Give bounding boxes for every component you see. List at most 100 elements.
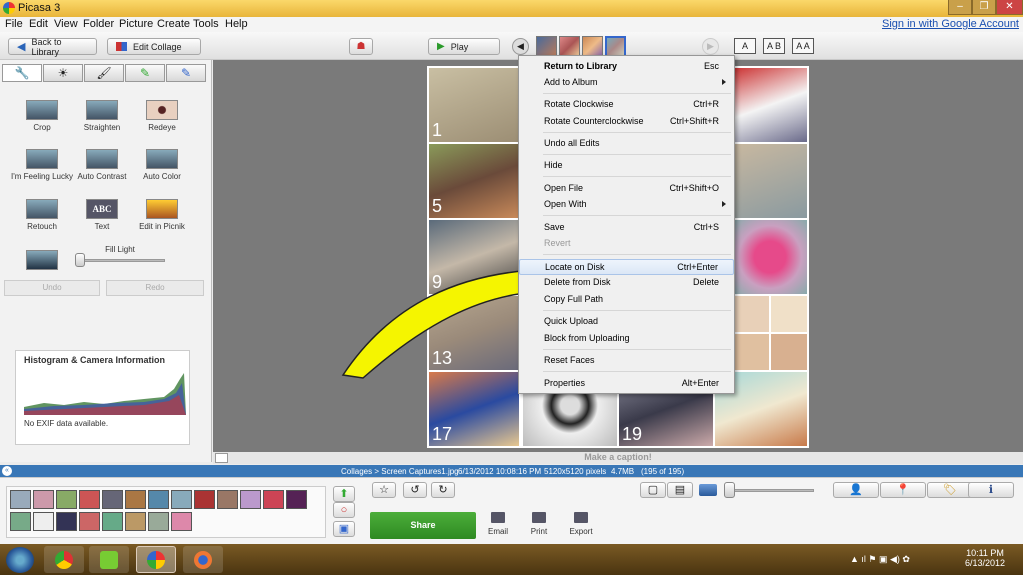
tray-thumb[interactable] bbox=[102, 490, 123, 509]
filmstrip-thumb[interactable] bbox=[582, 36, 603, 57]
taskbar-picasa[interactable] bbox=[136, 546, 176, 573]
zoom-slider-thumb[interactable] bbox=[724, 482, 735, 498]
tray-thumb[interactable] bbox=[194, 490, 215, 509]
menu-revert[interactable]: Revert bbox=[519, 236, 734, 252]
straighten-tool[interactable]: Straighten bbox=[70, 100, 134, 132]
menu-open-file[interactable]: Open File Ctrl+Shift+O bbox=[519, 181, 734, 197]
menu-folder[interactable]: Folder bbox=[83, 18, 114, 30]
caption-bar[interactable]: Make a caption! bbox=[213, 452, 1023, 464]
tray-thumb[interactable] bbox=[171, 512, 192, 531]
tray-thumb[interactable] bbox=[102, 512, 123, 531]
tags-button[interactable]: 🏷 bbox=[927, 482, 973, 498]
menu-copy-full-path[interactable]: Copy Full Path bbox=[519, 292, 734, 308]
menu-create[interactable]: Create bbox=[157, 18, 190, 30]
menu-save[interactable]: Save Ctrl+S bbox=[519, 220, 734, 236]
tab-even-more-effects[interactable]: ✎ bbox=[166, 64, 206, 82]
menu-delete-from-disk[interactable]: Delete from Disk Delete bbox=[519, 275, 734, 291]
menu-add-to-album[interactable]: Add to Album bbox=[519, 75, 734, 91]
taskbar-firefox[interactable] bbox=[183, 546, 223, 573]
tab-tuning[interactable]: ☀ bbox=[43, 64, 83, 82]
retouch-tool[interactable]: Retouch bbox=[10, 199, 74, 231]
text-tool[interactable]: ABC Text bbox=[70, 199, 134, 231]
filmstrip-thumb[interactable] bbox=[559, 36, 580, 57]
taskbar-chrome[interactable] bbox=[44, 546, 84, 573]
places-button[interactable]: 📍 bbox=[880, 482, 926, 498]
clear-button[interactable]: ○ bbox=[333, 502, 355, 518]
info-button[interactable]: ℹ bbox=[968, 482, 1014, 498]
menu-view[interactable]: View bbox=[54, 18, 78, 30]
rotate-left-button[interactable]: ↺ bbox=[403, 482, 427, 498]
hold-button[interactable]: ⬆ bbox=[333, 486, 355, 502]
rotate-right-button[interactable]: ↻ bbox=[431, 482, 455, 498]
sign-in-link[interactable]: Sign in with Google Account bbox=[882, 18, 1019, 30]
menu-picture[interactable]: Picture bbox=[119, 18, 153, 30]
filmstrip-thumb-selected[interactable] bbox=[605, 36, 626, 57]
tab-basic-fixes[interactable]: 🔧 bbox=[2, 64, 42, 82]
tray-thumb[interactable] bbox=[33, 512, 54, 531]
menu-rotate-counterclockwise[interactable]: Rotate Counterclockwise Ctrl+Shift+R bbox=[519, 114, 734, 130]
menu-reset-faces[interactable]: Reset Faces bbox=[519, 353, 734, 369]
fit-button[interactable]: ▤ bbox=[667, 482, 693, 498]
close-button[interactable]: ✕ bbox=[996, 0, 1023, 15]
clock[interactable]: 10:11 PM 6/13/2012 bbox=[960, 548, 1010, 568]
auto-contrast-tool[interactable]: Auto Contrast bbox=[70, 149, 134, 181]
tray-thumb[interactable] bbox=[125, 512, 146, 531]
edit-in-picnik-tool[interactable]: Edit in Picnik bbox=[130, 199, 194, 231]
maximize-button[interactable]: ❐ bbox=[972, 0, 996, 15]
crop-tool[interactable]: Crop bbox=[10, 100, 74, 132]
tray-thumb[interactable] bbox=[217, 490, 238, 509]
menu-edit[interactable]: Edit bbox=[29, 18, 48, 30]
star-button[interactable]: ☆ bbox=[372, 482, 396, 498]
add-to-album-button[interactable]: ▣ bbox=[333, 521, 355, 537]
menu-locate-on-disk[interactable]: Locate on Disk Ctrl+Enter bbox=[519, 259, 734, 275]
tray-thumb[interactable] bbox=[56, 512, 77, 531]
export-button[interactable]: Export bbox=[561, 512, 601, 536]
menu-block-from-uploading[interactable]: Block from Uploading bbox=[519, 331, 734, 347]
menu-quick-upload[interactable]: Quick Upload bbox=[519, 314, 734, 330]
start-button[interactable] bbox=[6, 547, 34, 573]
collapse-icon[interactable]: « bbox=[2, 466, 12, 476]
tray-thumb[interactable] bbox=[240, 490, 261, 509]
feeling-lucky-tool[interactable]: I'm Feeling Lucky bbox=[10, 149, 74, 181]
people-icon-button[interactable]: ☗ bbox=[349, 38, 373, 55]
minimize-button[interactable]: – bbox=[948, 0, 972, 15]
tray-thumb[interactable] bbox=[286, 490, 307, 509]
share-button[interactable]: Share bbox=[370, 512, 476, 539]
tray-thumb[interactable] bbox=[79, 490, 100, 509]
tray-thumb[interactable] bbox=[148, 490, 169, 509]
print-button[interactable]: Print bbox=[519, 512, 559, 536]
tray-thumb[interactable] bbox=[56, 490, 77, 509]
redo-button[interactable]: Redo bbox=[106, 280, 204, 296]
fill-light-slider-track[interactable] bbox=[78, 259, 165, 262]
tray-thumb[interactable] bbox=[263, 490, 284, 509]
previous-photo-button[interactable]: ◀ bbox=[512, 38, 529, 55]
filmstrip-thumb[interactable] bbox=[536, 36, 557, 57]
undo-button[interactable]: Undo bbox=[4, 280, 100, 296]
tray-thumb[interactable] bbox=[79, 512, 100, 531]
text-size-large-button[interactable]: A A bbox=[792, 38, 814, 54]
tray-thumb[interactable] bbox=[125, 490, 146, 509]
auto-color-tool[interactable]: Auto Color bbox=[130, 149, 194, 181]
back-to-library-button[interactable]: ◀ Back to Library bbox=[8, 37, 97, 57]
tray-thumb[interactable] bbox=[171, 490, 192, 509]
menu-return-to-library[interactable]: Return to Library Esc bbox=[519, 59, 734, 75]
text-size-small-button[interactable]: A bbox=[734, 38, 756, 54]
edit-collage-button[interactable]: Edit Collage bbox=[107, 38, 201, 55]
menu-properties[interactable]: Properties Alt+Enter bbox=[519, 376, 734, 392]
menu-help[interactable]: Help bbox=[225, 18, 248, 30]
menu-undo-all-edits[interactable]: Undo all Edits bbox=[519, 136, 734, 152]
tray-thumb[interactable] bbox=[33, 490, 54, 509]
zoom-slider-track[interactable] bbox=[728, 489, 814, 492]
actual-size-button[interactable]: ▢ bbox=[640, 482, 666, 498]
tab-effects[interactable]: 🖌 bbox=[84, 64, 124, 82]
menu-file[interactable]: File bbox=[5, 18, 23, 30]
tab-more-effects[interactable]: ✎ bbox=[125, 64, 165, 82]
people-button[interactable]: 👤 bbox=[833, 482, 879, 498]
menu-hide[interactable]: Hide bbox=[519, 158, 734, 174]
menu-open-with[interactable]: Open With bbox=[519, 197, 734, 213]
tray-thumb[interactable] bbox=[148, 512, 169, 531]
tray-thumb[interactable] bbox=[10, 512, 31, 531]
text-size-medium-button[interactable]: A B bbox=[763, 38, 785, 54]
menu-tools[interactable]: Tools bbox=[193, 18, 219, 30]
play-button[interactable]: ▶ Play bbox=[428, 38, 500, 55]
